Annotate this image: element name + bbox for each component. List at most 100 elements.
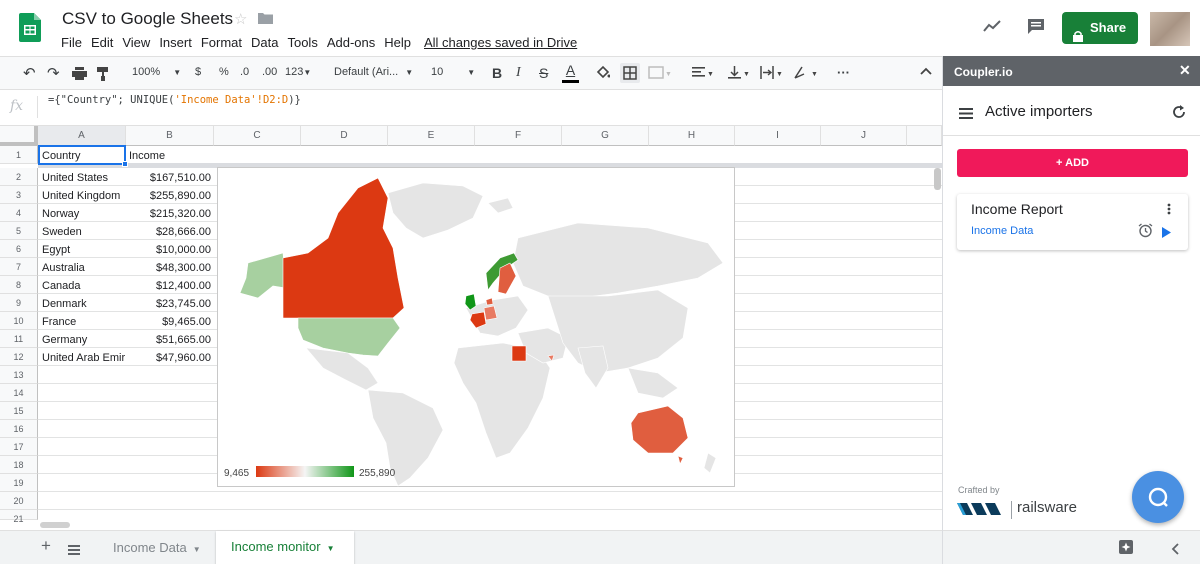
decrease-decimal-button[interactable]: .0 — [240, 66, 249, 78]
text-wrap-icon[interactable]: ▼ — [760, 66, 784, 82]
row-header[interactable]: 1 — [0, 146, 38, 164]
cell-income[interactable]: $48,300.00 — [126, 259, 211, 277]
cell-country[interactable]: France — [42, 313, 126, 331]
geo-chart[interactable]: 9,465 255,890 — [217, 167, 735, 487]
increase-decimal-button[interactable]: .00 — [262, 66, 277, 78]
railsware-logo[interactable]: railsware — [957, 499, 1097, 521]
more-formats-select[interactable]: 123▼ — [285, 66, 311, 78]
cell-country[interactable]: United Kingdom — [42, 187, 126, 205]
menu-tools[interactable]: Tools — [287, 35, 317, 50]
cell-income[interactable]: $51,665.00 — [126, 331, 211, 349]
menu-insert[interactable]: Insert — [159, 35, 192, 50]
cell-income[interactable]: $12,400.00 — [126, 277, 211, 295]
fill-color-icon[interactable] — [596, 65, 611, 82]
font-family-select[interactable]: Default (Ari... ▼ — [334, 66, 413, 78]
column-header-e[interactable]: E — [388, 126, 475, 146]
cell-income[interactable]: $47,960.00 — [126, 349, 211, 367]
row-header[interactable]: 5 — [0, 222, 38, 240]
horizontal-scrollbar-thumb[interactable] — [40, 522, 70, 528]
vertical-align-icon[interactable]: ▼ — [728, 66, 750, 82]
activity-trend-icon[interactable] — [983, 19, 1001, 37]
row-header[interactable]: 12 — [0, 348, 38, 366]
add-importer-button[interactable]: + ADD — [957, 149, 1188, 177]
menu-file[interactable]: File — [61, 35, 82, 50]
row-header[interactable]: 20 — [0, 492, 38, 510]
bold-button[interactable]: B — [492, 65, 502, 81]
row-header[interactable]: 15 — [0, 402, 38, 420]
cell-country[interactable]: Egypt — [42, 241, 126, 259]
text-color-button[interactable]: A — [562, 62, 579, 84]
column-header-i[interactable]: I — [735, 126, 821, 146]
row-header[interactable]: 10 — [0, 312, 38, 330]
menu-format[interactable]: Format — [201, 35, 242, 50]
cell-country[interactable]: Australia — [42, 259, 126, 277]
select-all-corner[interactable] — [0, 126, 38, 146]
all-sheets-icon[interactable] — [68, 542, 80, 560]
row-header[interactable]: 4 — [0, 204, 38, 222]
document-title[interactable]: CSV to Google Sheets — [62, 9, 233, 29]
cell-b1[interactable]: Income — [129, 147, 213, 165]
column-header-a[interactable]: A — [38, 126, 126, 146]
row-header[interactable]: 21 — [0, 510, 38, 524]
menu-icon[interactable] — [959, 106, 973, 124]
row-header[interactable]: 18 — [0, 456, 38, 474]
merge-cells-icon[interactable]: ▼ — [648, 66, 672, 82]
save-status-link[interactable]: All changes saved in Drive — [424, 35, 577, 50]
percent-format-button[interactable]: % — [219, 66, 229, 78]
row-header[interactable]: 6 — [0, 240, 38, 258]
column-header-d[interactable]: D — [301, 126, 388, 146]
cell-country[interactable]: United States — [42, 169, 126, 187]
borders-icon[interactable] — [620, 63, 640, 83]
collapse-side-panel-icon[interactable] — [1171, 542, 1179, 560]
folder-icon[interactable] — [258, 11, 273, 24]
undo-icon[interactable]: ↶ — [23, 64, 36, 82]
cell-income[interactable]: $9,465.00 — [126, 313, 211, 331]
row-header[interactable]: 13 — [0, 366, 38, 384]
row-header[interactable]: 16 — [0, 420, 38, 438]
row-header[interactable]: 9 — [0, 294, 38, 312]
row-header[interactable]: 11 — [0, 330, 38, 348]
schedule-clock-icon[interactable] — [1138, 223, 1153, 243]
zoom-select[interactable]: 100% ▼ — [132, 66, 181, 78]
account-avatar[interactable] — [1150, 12, 1190, 46]
column-header-f[interactable]: F — [475, 126, 562, 146]
close-icon[interactable]: ✕ — [1179, 62, 1191, 79]
column-header-j[interactable]: J — [821, 126, 907, 146]
formula-input[interactable]: ={"Country"; UNIQUE('Income Data'!D2:D)} — [48, 94, 301, 106]
cell-country[interactable]: Denmark — [42, 295, 126, 313]
kebab-menu-icon[interactable] — [1167, 202, 1171, 220]
explore-sparkle-icon[interactable] — [1119, 540, 1133, 559]
font-size-select[interactable]: 10 ▼ — [431, 66, 475, 78]
italic-button[interactable]: I — [516, 65, 521, 81]
cell-income[interactable]: $10,000.00 — [126, 241, 211, 259]
importer-source-link[interactable]: Income Data — [971, 225, 1033, 237]
cell-a1[interactable]: Country — [42, 147, 124, 165]
column-header-c[interactable]: C — [214, 126, 301, 146]
refresh-icon[interactable] — [1172, 105, 1186, 124]
row-header[interactable]: 7 — [0, 258, 38, 276]
row-header[interactable]: 17 — [0, 438, 38, 456]
column-header-g[interactable]: G — [562, 126, 649, 146]
row-header[interactable]: 19 — [0, 474, 38, 492]
cell-income[interactable]: $28,666.00 — [126, 223, 211, 241]
vertical-scrollbar-thumb[interactable] — [934, 168, 941, 190]
more-options-icon[interactable]: ··· — [837, 65, 850, 80]
comments-icon[interactable] — [1027, 18, 1045, 40]
add-sheet-icon[interactable]: + — [41, 536, 51, 556]
star-icon[interactable]: ☆ — [234, 10, 247, 28]
row-header[interactable]: 2 — [0, 168, 38, 186]
share-button[interactable]: Share — [1062, 12, 1138, 44]
cell-income[interactable]: $167,510.00 — [126, 169, 211, 187]
menu-help[interactable]: Help — [384, 35, 411, 50]
menu-view[interactable]: View — [122, 35, 150, 50]
menu-data[interactable]: Data — [251, 35, 278, 50]
align-left-icon[interactable]: ▼ — [692, 67, 714, 82]
cell-income[interactable]: $215,320.00 — [126, 205, 211, 223]
tab-income-monitor[interactable]: Income monitor ▼ — [216, 531, 354, 564]
cell-country[interactable]: Norway — [42, 205, 126, 223]
collapse-menus-icon[interactable] — [920, 66, 932, 78]
row-header[interactable]: 3 — [0, 186, 38, 204]
tab-income-data[interactable]: Income Data ▼ — [97, 532, 215, 564]
strikethrough-button[interactable]: S — [539, 65, 548, 81]
cell-country[interactable]: Germany — [42, 331, 126, 349]
